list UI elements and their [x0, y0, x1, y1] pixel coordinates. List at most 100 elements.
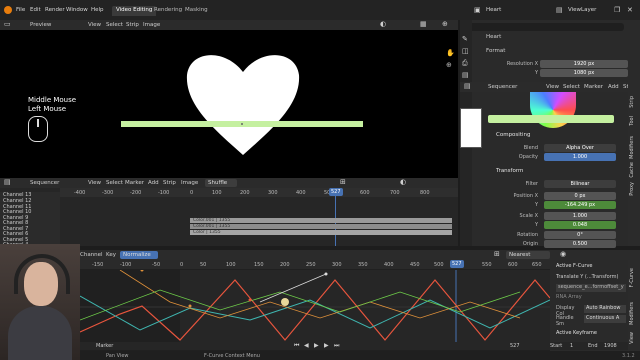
preview-menu-select[interactable]: Select: [106, 22, 123, 28]
nearest-frame-dropdown[interactable]: Nearest Frame: [506, 251, 550, 266]
seq-menu-image[interactable]: Image: [181, 180, 198, 186]
current-frame-marker[interactable]: 527: [329, 188, 343, 196]
menu-render[interactable]: Render: [45, 7, 65, 13]
fcurve-canvas[interactable]: [80, 270, 550, 344]
normalize-toggle[interactable]: Normalize: [120, 251, 158, 259]
active-keyframe-header[interactable]: Active Keyframe: [556, 330, 626, 338]
rotation-field[interactable]: 0°: [544, 231, 616, 239]
scene-icon[interactable]: ▣: [474, 7, 481, 14]
preview-viewport[interactable]: Middle Mouse Left Mouse ✋ ⊕: [0, 30, 458, 178]
prev-keyframe-icon[interactable]: ◀: [304, 342, 309, 349]
gizmo-icon[interactable]: ⊕: [442, 21, 448, 28]
display-color-dropdown[interactable]: Auto Rainbow: [584, 305, 626, 313]
scale-x-field[interactable]: 1.000: [544, 212, 616, 220]
compositing-section-header[interactable]: Compositing: [496, 132, 530, 138]
graph-menu-channel[interactable]: Channel: [80, 252, 103, 258]
menu-window[interactable]: Window: [66, 7, 88, 13]
graph-editor[interactable]: Channel Key Normalize ⊞ Nearest Frame ◉ …: [0, 244, 640, 360]
props-tab-heart[interactable]: Heart: [486, 34, 501, 40]
close-icon[interactable]: ✕: [627, 7, 633, 14]
graph-tab-fcurve[interactable]: F-Curve: [629, 268, 639, 287]
seq-menu-strip[interactable]: Strip: [163, 180, 176, 186]
preview-editor-icon[interactable]: ▭: [4, 21, 11, 28]
props-search-bar[interactable]: [464, 23, 624, 31]
strip-color-field[interactable]: [488, 115, 614, 123]
tab-masking[interactable]: Masking: [181, 6, 212, 16]
transform-section-header[interactable]: Transform: [496, 168, 523, 174]
seq-menu-add[interactable]: Add: [148, 180, 159, 186]
origin-field[interactable]: 0.500: [544, 240, 616, 248]
overlay-icon[interactable]: ◐: [380, 21, 386, 28]
snap-icon[interactable]: ⊞: [494, 251, 500, 258]
resolution-y-field[interactable]: 1080 px: [540, 69, 628, 77]
play-icon[interactable]: ▶: [314, 342, 319, 349]
sidebar-tab-cache[interactable]: Cache: [629, 162, 639, 178]
position-x-field[interactable]: 0 px: [544, 192, 616, 200]
menu-help[interactable]: Help: [91, 7, 104, 13]
tool-icon[interactable]: ✎: [462, 36, 468, 43]
overlay-toggle-icon[interactable]: ◐: [400, 179, 406, 186]
handle-smoothing-dropdown[interactable]: Continuous A: [584, 315, 626, 323]
opacity-slider[interactable]: 1.000: [544, 153, 616, 161]
preview-menu-strip[interactable]: Strip: [126, 22, 139, 28]
sequencer-editor-icon[interactable]: ▤: [4, 179, 11, 186]
menu-file[interactable]: File: [16, 7, 25, 13]
seq-menu-marker[interactable]: Marker: [125, 180, 144, 186]
view-layer-name[interactable]: ViewLayer: [568, 7, 596, 13]
scale-y-field[interactable]: 0.048: [544, 221, 616, 229]
sidebar-tab-strip[interactable]: Strip: [629, 96, 639, 108]
preview-menu-view[interactable]: View: [88, 22, 101, 28]
graph-tab-modifiers[interactable]: Modifiers: [629, 302, 639, 325]
rna-array-field[interactable]: RNA Array: [556, 294, 626, 302]
seq-menu-view[interactable]: View: [88, 180, 101, 186]
color-strip[interactable]: Color.001 | 1355: [190, 218, 452, 223]
color-strip[interactable]: Color | 1355: [190, 230, 452, 235]
output-icon[interactable]: ⎙: [462, 60, 468, 67]
seq-sidebar-menu-view[interactable]: View: [546, 84, 559, 90]
blender-logo-icon[interactable]: [4, 6, 12, 14]
seq-sidebar-menu-marker[interactable]: Marker: [584, 84, 603, 90]
jump-start-icon[interactable]: ⏮: [294, 342, 299, 349]
graph-current-frame[interactable]: 527: [450, 260, 464, 268]
start-field[interactable]: 1: [570, 343, 573, 349]
display-mode-icon[interactable]: ▦: [420, 21, 427, 28]
filter-dropdown[interactable]: Bilinear: [544, 180, 616, 188]
shuffle-dropdown[interactable]: Shuffle: [205, 179, 237, 187]
blend-dropdown[interactable]: Alpha Over: [544, 144, 616, 152]
proportional-icon[interactable]: ◉: [560, 251, 566, 258]
sidebar-tab-proxy[interactable]: Proxy: [629, 182, 639, 196]
seq-sidebar-editor-icon[interactable]: ▤: [464, 83, 471, 90]
view-layer-icon[interactable]: ▤: [556, 7, 563, 14]
zoom-icon[interactable]: ⊕: [446, 62, 452, 69]
preview-label[interactable]: Preview: [30, 22, 51, 28]
resolution-x-field[interactable]: 1920 px: [540, 60, 628, 68]
jump-end-icon[interactable]: ⏭: [334, 342, 339, 349]
graph-tab-view[interactable]: View: [629, 332, 639, 344]
view-layer-props-icon[interactable]: ▤: [462, 72, 469, 79]
hand-pan-icon[interactable]: ✋: [446, 50, 455, 57]
sidebar-tab-modifiers[interactable]: Modifiers: [629, 136, 639, 159]
preview-menu-image[interactable]: Image: [143, 22, 160, 28]
render-icon[interactable]: ◫: [462, 48, 469, 55]
scene-name[interactable]: Heart: [486, 7, 501, 13]
seq-menu-select[interactable]: Select: [106, 180, 123, 186]
menu-edit[interactable]: Edit: [30, 7, 41, 13]
playback-frame-field[interactable]: 527: [510, 343, 520, 349]
snap-icon[interactable]: ⊞: [340, 179, 346, 186]
color-strip[interactable]: Color.001 | 1355: [190, 224, 452, 229]
copy-icon[interactable]: ❐: [614, 7, 620, 14]
position-y-field[interactable]: -164.249 px: [544, 201, 616, 209]
end-field[interactable]: 1908: [604, 343, 617, 349]
seq-sidebar-menu-add[interactable]: Add: [608, 84, 619, 90]
next-keyframe-icon[interactable]: ▶: [324, 342, 329, 349]
format-section-header[interactable]: Format: [486, 48, 505, 54]
active-fcurve-header[interactable]: Active F-Curve: [556, 263, 626, 271]
sequencer-label[interactable]: Sequencer: [30, 180, 59, 186]
seq-sidebar-label[interactable]: Sequencer: [488, 84, 517, 90]
graph-menu-key[interactable]: Key: [106, 252, 116, 258]
marker-menu[interactable]: Marker: [96, 343, 113, 349]
seq-sidebar-menu-select[interactable]: Select: [563, 84, 580, 90]
sequencer-timeline[interactable]: -400 -300 -200 -100 0 100 200 300 400 50…: [0, 188, 458, 248]
sidebar-tab-tool[interactable]: Tool: [629, 116, 639, 126]
fcurve-data-path[interactable]: sequence_e...formoffset_y: [556, 284, 626, 292]
